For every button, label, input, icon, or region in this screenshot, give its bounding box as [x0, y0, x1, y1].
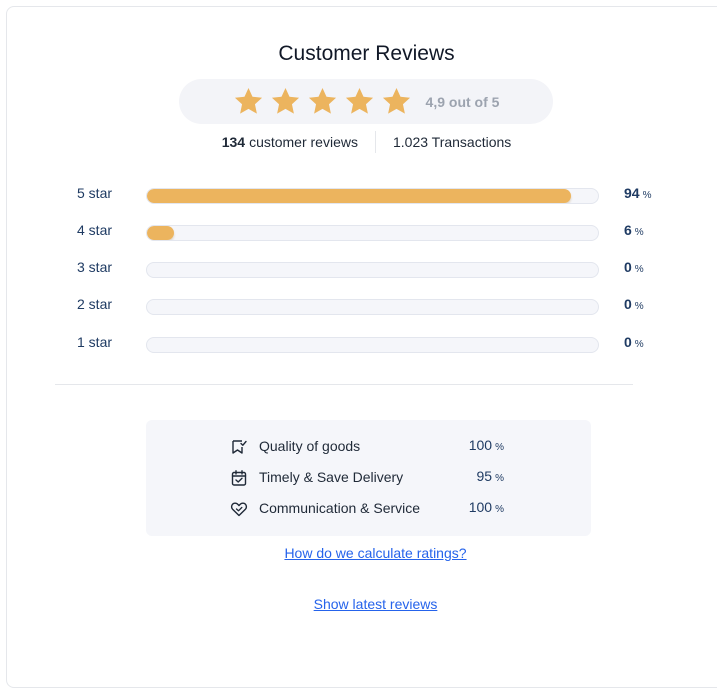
- rating-row-percent: 0%: [624, 334, 644, 350]
- rating-row-label: 1 star: [77, 334, 113, 350]
- rating-row: 4 star 6%: [0, 222, 717, 242]
- metric-label: Timely & Save Delivery: [259, 469, 404, 485]
- rating-bar-track: [146, 262, 599, 278]
- review-count-label: customer reviews: [249, 134, 358, 150]
- rating-row-label: 2 star: [77, 296, 113, 312]
- rating-bar-fill: [147, 226, 175, 240]
- metric-delivery: Timely & Save Delivery 95%: [146, 467, 591, 489]
- rating-row-label: 4 star: [77, 222, 113, 238]
- star-icon: [271, 87, 299, 114]
- rating-bar-fill: [147, 189, 571, 203]
- rating-row-label: 3 star: [77, 259, 113, 275]
- section-divider: [55, 384, 633, 385]
- calculate-ratings-link[interactable]: How do we calculate ratings?: [0, 545, 717, 561]
- rating-row-percent: 0%: [624, 259, 644, 275]
- rating-row: 3 star 0%: [0, 259, 717, 279]
- rating-bar-track: [146, 225, 599, 241]
- metrics-panel: Quality of goods 100% Timely & Save Deli…: [146, 420, 591, 536]
- rating-bar-track: [146, 337, 599, 353]
- rating-row-percent: 94%: [624, 185, 652, 201]
- average-rating: 4,9 out of 5: [425, 93, 500, 110]
- rating-row: 2 star 0%: [0, 296, 717, 316]
- star-rating: [233, 86, 418, 117]
- stats-divider: [374, 131, 376, 153]
- page-title: Customer Reviews: [278, 42, 455, 65]
- show-latest-reviews-link[interactable]: Show latest reviews: [0, 596, 717, 612]
- star-icon: [345, 87, 373, 114]
- rating-row: 1 star 0%: [0, 334, 717, 354]
- rating-summary-pill: 4,9 out of 5: [179, 79, 553, 124]
- rating-row-percent: 6%: [624, 222, 644, 238]
- metric-value: 95%: [476, 468, 504, 484]
- metric-quality: Quality of goods 100%: [146, 436, 591, 458]
- rating-row: 5 star 94%: [0, 185, 717, 205]
- review-count: 134: [221, 134, 246, 150]
- metric-communication: Communication & Service 100%: [146, 498, 591, 520]
- metric-label: Quality of goods: [259, 438, 361, 454]
- metric-value: 100%: [468, 437, 504, 453]
- star-icon: [234, 87, 262, 114]
- metric-label: Communication & Service: [259, 500, 421, 516]
- metric-value: 100%: [468, 499, 504, 515]
- rating-row-label: 5 star: [77, 185, 113, 201]
- star-icon: [308, 87, 336, 114]
- rating-bar-track: [146, 299, 599, 315]
- heart-icon: [230, 502, 248, 517]
- review-stats: 134 customer reviews 1.023 Transactions: [0, 131, 717, 153]
- rating-bar-track: [146, 188, 599, 204]
- star-icon: [382, 87, 410, 114]
- transactions-count: 1.023 Transactions: [392, 134, 512, 150]
- rating-row-percent: 0%: [624, 296, 644, 312]
- quality-icon: [232, 440, 247, 454]
- calendar-check-icon: [231, 470, 247, 486]
